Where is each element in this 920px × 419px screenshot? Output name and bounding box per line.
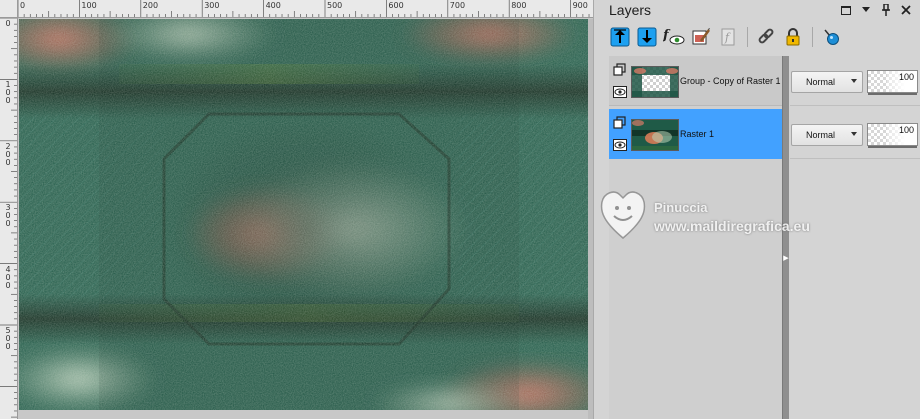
opacity-value: 100	[898, 72, 914, 82]
move-layer-up-icon	[610, 27, 630, 47]
ruler-label: 100	[81, 1, 97, 10]
eye-icon[interactable]	[613, 85, 627, 99]
ruler-corner	[0, 0, 18, 18]
ruler-label: 400	[265, 1, 281, 10]
toolbar-separator	[812, 27, 813, 47]
lock-icon	[786, 28, 800, 46]
visibility-toggle-icon: f	[663, 28, 685, 45]
move-layer-up-button[interactable]	[608, 25, 632, 49]
edit-layer-button[interactable]	[689, 25, 713, 49]
move-layer-down-button[interactable]	[635, 25, 659, 49]
ruler-label: 2 0 0	[5, 141, 11, 167]
vertical-ruler: 0 1 0 0 2 0 0 3 0 0 4 0 0 5 0 0	[0, 18, 18, 419]
artwork-graphic	[19, 19, 588, 410]
properties-icon	[824, 29, 839, 45]
layer-list: Group - Copy of Raster 1 Raster 1	[609, 56, 782, 419]
panel-title: Layers	[609, 2, 652, 18]
layer-name: Group - Copy of Raster 1	[680, 76, 781, 86]
layer-properties-column: Normal 100 Normal 100	[790, 56, 920, 419]
opacity-level-bar	[868, 146, 917, 148]
toolbar-separator	[747, 27, 748, 47]
ruler-label: 800	[511, 1, 527, 10]
ruler-label: 4 0 0	[5, 264, 11, 290]
menu-arrow-icon[interactable]	[860, 4, 872, 16]
layer-thumbnail	[631, 119, 679, 151]
ruler-label: 700	[449, 1, 466, 10]
opacity-level-bar	[868, 93, 917, 95]
ruler-label: 600	[388, 1, 404, 10]
blend-mode-value: Normal	[806, 130, 836, 140]
opacity-slider[interactable]: 100	[867, 123, 918, 148]
locked-layers-button[interactable]: f	[716, 25, 740, 49]
ruler-label: 3 0 0	[5, 203, 11, 229]
layer-row-group-copy[interactable]: Group - Copy of Raster 1	[609, 56, 782, 106]
ruler-label: 0	[20, 1, 26, 10]
panel-window-buttons	[840, 4, 912, 16]
ruler-label: 5 0 0	[5, 326, 11, 351]
chevron-down-icon	[851, 132, 857, 136]
panel-splitter[interactable]	[782, 56, 789, 419]
layers-panel: Layers f f Group - Copy of Raster 1 Rast…	[593, 0, 920, 419]
canvas-area[interactable]: 0 100 200 300 400 500 600 700 800 900 0 1 0 0 2 0 0…	[0, 0, 593, 419]
ruler-label: 200	[142, 1, 159, 10]
blend-mode-dropdown[interactable]: Normal	[791, 71, 863, 93]
ruler-ticks	[18, 0, 590, 17]
blend-mode-value: Normal	[806, 77, 836, 87]
ruler-label: 900	[572, 1, 588, 10]
raster-layer-icon[interactable]	[613, 116, 627, 130]
link-layers-button[interactable]	[754, 25, 778, 49]
close-icon[interactable]	[900, 4, 912, 16]
chevron-down-icon	[851, 79, 857, 83]
blend-mode-dropdown[interactable]: Normal	[791, 124, 863, 146]
move-layer-down-icon	[637, 27, 657, 47]
ruler-label: 500	[327, 1, 343, 10]
splitter-arrow-icon[interactable]: ▶	[783, 254, 789, 262]
horizontal-ruler: 0 100 200 300 400 500 600 700 800 900	[18, 0, 593, 18]
eye-icon[interactable]	[613, 138, 627, 152]
properties-button[interactable]	[819, 25, 843, 49]
opacity-slider[interactable]: 100	[867, 70, 918, 95]
edit-layer-icon	[692, 28, 711, 45]
canvas-bottom-margin	[19, 410, 588, 419]
lock-layer-button[interactable]	[781, 25, 805, 49]
link-layers-icon	[758, 28, 774, 44]
opacity-value: 100	[898, 125, 914, 135]
ruler-label: 300	[204, 1, 220, 10]
group-layer-icon[interactable]	[613, 63, 627, 77]
layer-row-raster-1[interactable]: Raster 1	[609, 109, 782, 159]
visibility-toggle-button[interactable]: f	[662, 25, 686, 49]
layer-properties-row: Normal 100	[790, 56, 920, 106]
layers-toolbar: f f	[608, 25, 846, 49]
locked-layers-icon: f	[721, 28, 735, 46]
canvas-image[interactable]	[19, 19, 588, 410]
pin-icon[interactable]	[880, 4, 892, 16]
layer-properties-row: Normal 100	[790, 109, 920, 159]
layer-thumbnail	[631, 66, 679, 98]
restore-icon[interactable]	[840, 4, 852, 16]
layer-name: Raster 1	[680, 129, 715, 139]
ruler-label: 1 0 0	[5, 80, 11, 106]
ruler-label: 0	[5, 19, 11, 28]
